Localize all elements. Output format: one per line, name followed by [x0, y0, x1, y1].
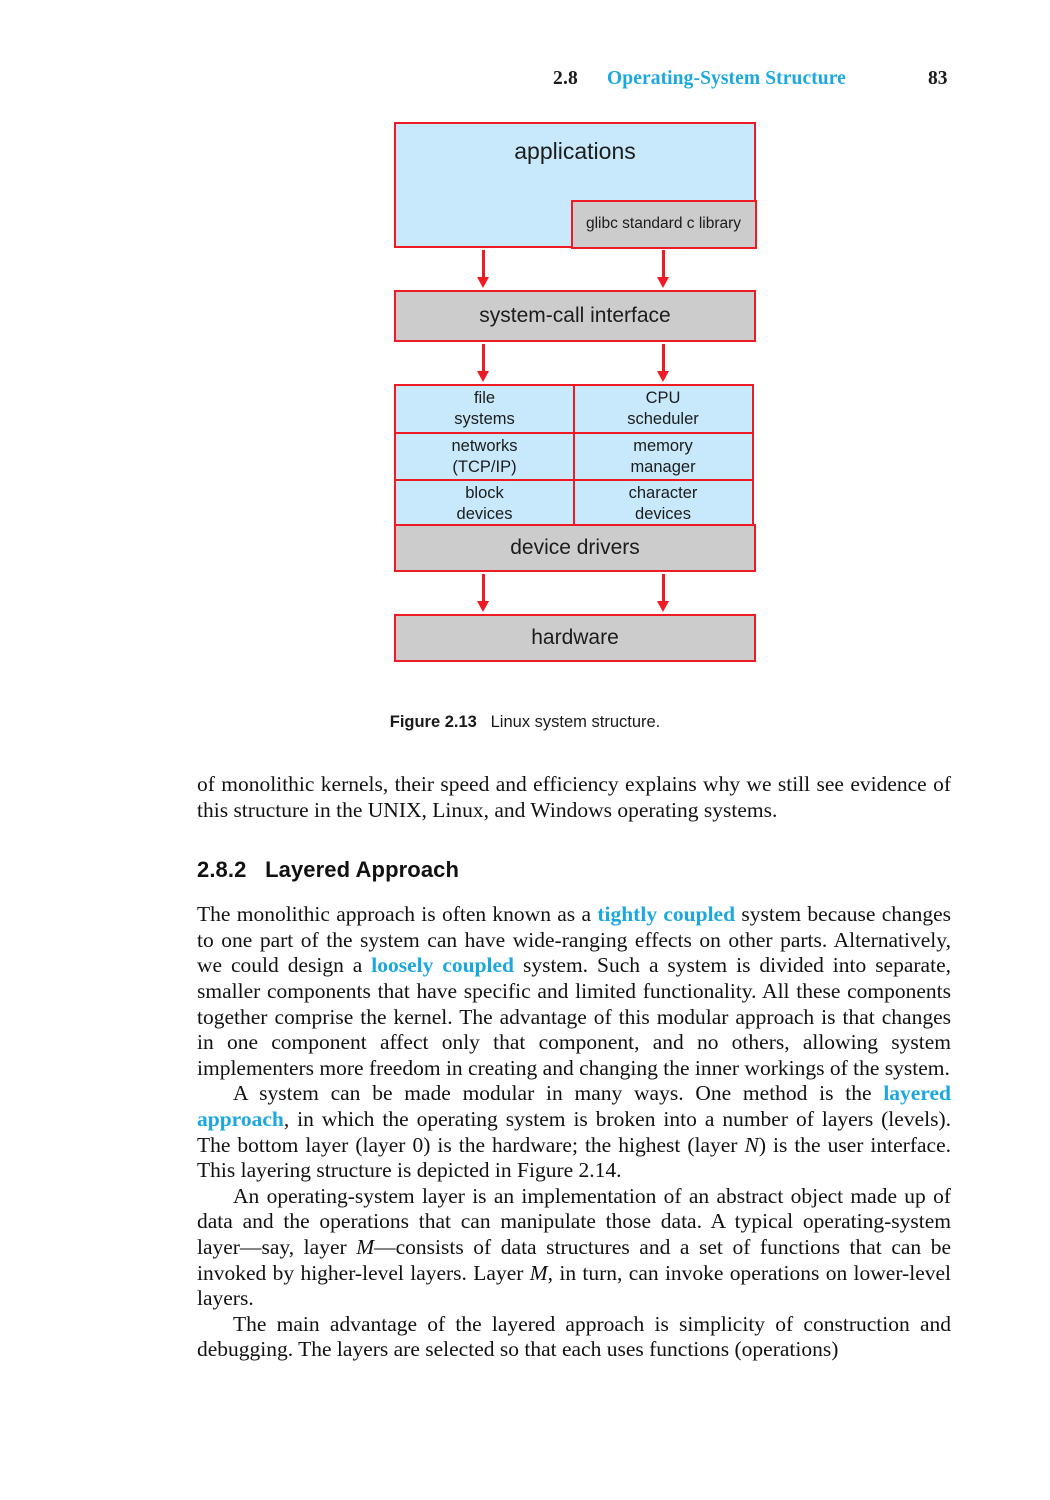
kernel-cell-line1: block	[465, 484, 504, 503]
term-loosely-coupled: loosely coupled	[371, 953, 515, 978]
figure-caption: Figure 2.13 Linux system structure.	[0, 713, 1050, 732]
body-text-column: of monolithic kernels, their speed and e…	[197, 772, 951, 1363]
kernel-cell: block devices	[394, 479, 575, 529]
kernel-cell: memory manager	[572, 431, 754, 482]
term-tightly-coupled: tightly coupled	[597, 902, 736, 927]
arrow-row-drivers-to-hardware	[394, 572, 756, 614]
down-arrow-icon	[477, 574, 488, 612]
paragraph-3-part-a: A system can be made modular in many way…	[233, 1081, 884, 1106]
kernel-cell-line1: networks	[451, 436, 518, 455]
variable-m: M	[529, 1260, 548, 1285]
section-heading-number: 2.8.2	[197, 857, 247, 883]
kernel-subsystem-grid: file systems CPU scheduler networks (TCP…	[394, 384, 756, 529]
running-head-section-number: 2.8	[553, 68, 578, 89]
kernel-cell-line2: systems	[454, 410, 515, 428]
figure-linux-system-structure: applications glibc standard c library sy…	[394, 122, 757, 662]
variable-n: N	[744, 1132, 759, 1157]
down-arrow-icon	[657, 344, 668, 382]
paragraph-layered-approach: A system can be made modular in many way…	[197, 1081, 951, 1183]
running-head-section-title: Operating-System Structure	[607, 68, 846, 89]
paragraph-os-layer: An operating-system layer is an implemen…	[197, 1184, 951, 1312]
diagram-box-applications: applications glibc standard c library	[394, 122, 757, 249]
kernel-cell: character devices	[572, 479, 754, 529]
paragraph-main-advantage: The main advantage of the layered approa…	[197, 1311, 951, 1362]
figure-caption-label: Figure 2.13	[389, 713, 477, 731]
arrow-row-apps-to-syscall	[394, 248, 756, 290]
diagram-box-system-call-interface: system-call interface	[394, 290, 756, 342]
section-heading: 2.8.2 Layered Approach	[197, 857, 951, 883]
kernel-cell-line1: file	[473, 389, 496, 408]
glibc-label: glibc standard c library	[585, 215, 742, 232]
paragraph-2-part-a: The monolithic approach is often known a…	[197, 902, 598, 927]
kernel-cell-line2: scheduler	[627, 410, 699, 428]
down-arrow-icon	[477, 250, 488, 288]
paragraph-1-unix: UNIX	[367, 797, 422, 822]
kernel-cell-line2: devices	[635, 505, 691, 523]
arrow-row-syscall-to-kernel	[394, 342, 756, 384]
system-call-interface-label: system-call interface	[479, 304, 671, 327]
running-head: 2.8 Operating-System Structure 83	[0, 68, 1050, 98]
figure-caption-text: Linux system structure.	[490, 713, 661, 731]
page-number: 83	[928, 68, 948, 89]
section-heading-title: Layered Approach	[265, 857, 460, 883]
paragraph-monolithic-approach: The monolithic approach is often known a…	[197, 902, 951, 1081]
kernel-cell-line1: character	[628, 484, 698, 503]
kernel-cell: networks (TCP/IP)	[394, 431, 575, 482]
device-drivers-label: device drivers	[510, 536, 640, 559]
diagram-box-glibc: glibc standard c library	[570, 199, 757, 249]
diagram-box-device-drivers: device drivers	[394, 524, 756, 572]
kernel-cell-line2: (TCP/IP)	[452, 457, 517, 476]
variable-m: M	[356, 1234, 375, 1259]
kernel-cell-line1: CPU	[645, 389, 681, 408]
diagram-box-hardware: hardware	[394, 614, 756, 662]
kernel-cell-line2: devices	[456, 505, 513, 523]
paragraph-continued: of monolithic kernels, their speed and e…	[197, 772, 951, 823]
kernel-cell-line2: manager	[630, 457, 696, 476]
kernel-cell-line1: memory	[633, 436, 693, 455]
down-arrow-icon	[477, 344, 488, 382]
kernel-cell: CPU scheduler	[572, 384, 754, 434]
paragraph-1-part-b: , Linux, and Windows operating systems.	[421, 797, 778, 822]
down-arrow-icon	[657, 574, 668, 612]
hardware-label: hardware	[531, 626, 619, 649]
applications-label: applications	[514, 138, 636, 164]
kernel-cell: file systems	[394, 384, 575, 434]
down-arrow-icon	[657, 250, 668, 288]
